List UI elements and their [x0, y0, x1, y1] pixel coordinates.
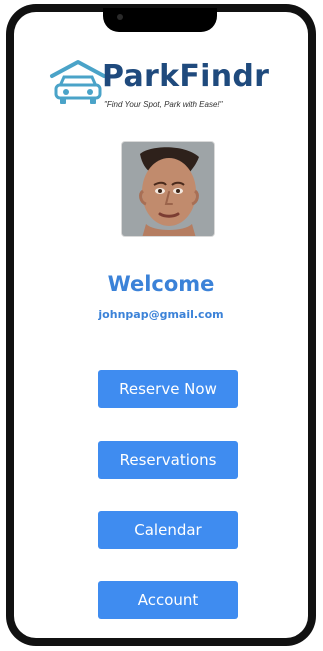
- user-photo: [122, 142, 214, 236]
- camera-icon: [117, 14, 123, 20]
- account-button[interactable]: Account: [98, 581, 238, 619]
- welcome-heading: Welcome: [107, 272, 215, 296]
- app-screen: ParkFindr "Find Your Spot, Park with Eas…: [14, 12, 308, 638]
- phone-frame: ParkFindr "Find Your Spot, Park with Eas…: [6, 4, 316, 646]
- user-email: johnpap@gmail.com: [98, 308, 224, 321]
- app-tagline: "Find Your Spot, Park with Ease!": [104, 100, 223, 109]
- phone-notch: [103, 8, 217, 32]
- app-title: ParkFindr: [102, 59, 270, 94]
- avatar: [121, 141, 215, 237]
- car-garage-icon: [50, 60, 106, 104]
- app-logo: ParkFindr "Find Your Spot, Park with Eas…: [48, 58, 298, 120]
- calendar-button[interactable]: Calendar: [98, 511, 238, 549]
- reserve-now-button[interactable]: Reserve Now: [98, 370, 238, 408]
- reservations-button[interactable]: Reservations: [98, 441, 238, 479]
